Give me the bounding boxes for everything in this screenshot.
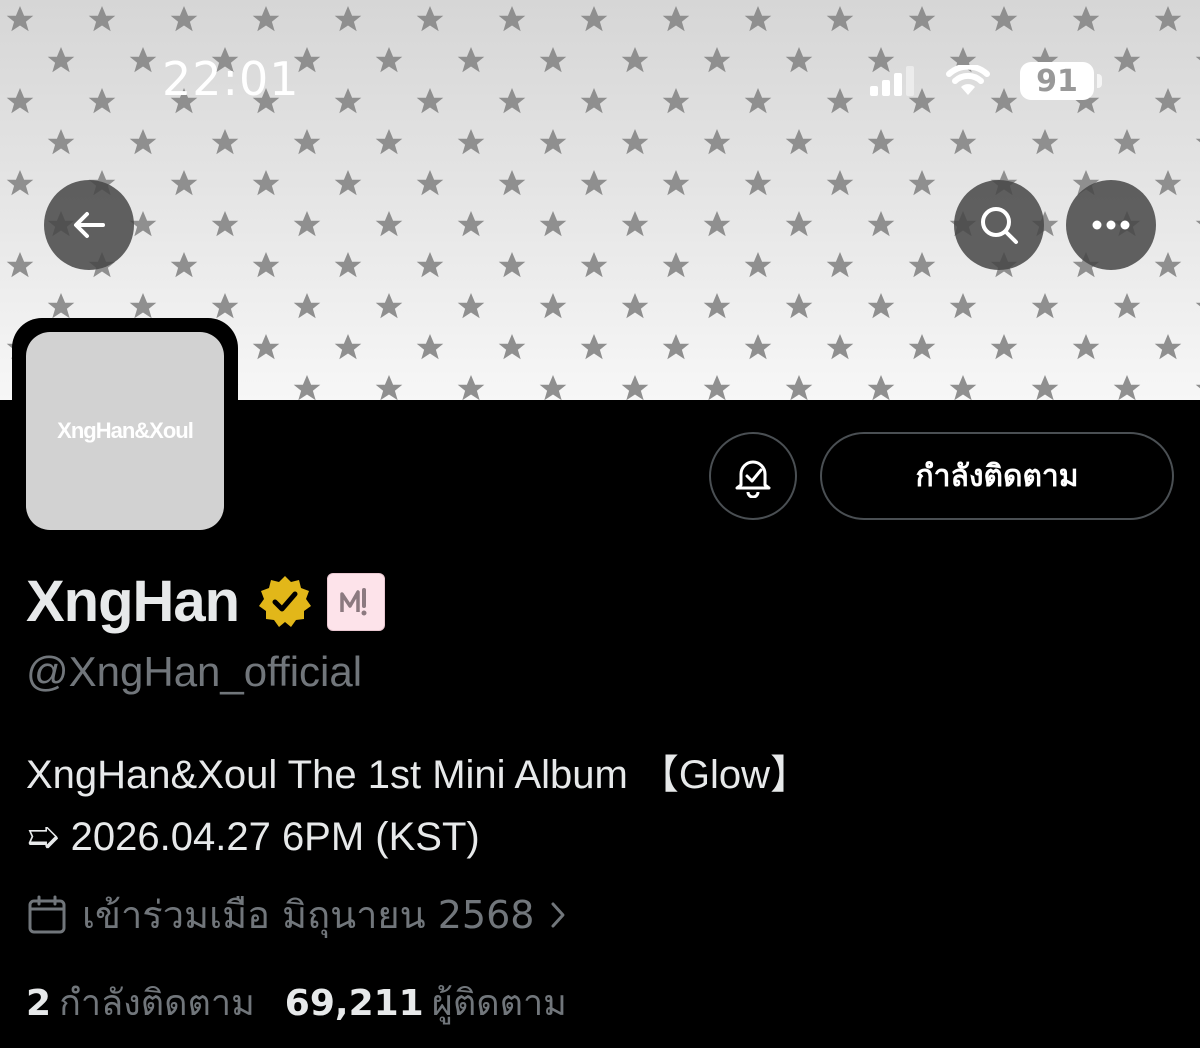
following-count-link[interactable]: 2 กำลังติดตาม xyxy=(26,974,255,1031)
user-handle: @XngHan_official xyxy=(26,648,363,695)
chevron-right-icon xyxy=(551,902,565,927)
battery-indicator: 91 xyxy=(1020,62,1102,100)
joined-text: เข้าร่วมเมือ มิถุนายน 2568 xyxy=(82,893,535,937)
search-button[interactable] xyxy=(954,180,1044,270)
wifi-icon xyxy=(946,65,990,95)
bio: XngHan&Xoul The 1st Mini Album 【Glow】 ➯ 2… xyxy=(26,744,810,868)
name-row: XngHan xyxy=(26,568,386,635)
following-count: 2 xyxy=(26,983,52,1024)
battery-level: 91 xyxy=(1036,63,1078,99)
display-name: XngHan xyxy=(26,569,240,634)
status-icons: 91 xyxy=(870,62,1102,100)
back-arrow-icon xyxy=(74,212,105,238)
calendar-icon xyxy=(28,895,66,933)
more-icon xyxy=(1092,220,1130,230)
bio-line-2: ➯ 2026.04.27 6PM (KST) xyxy=(26,815,480,859)
joined-date[interactable]: เข้าร่วมเมือ มิถุนายน 2568 xyxy=(26,884,568,945)
following-button[interactable]: กำลังติดตาม xyxy=(820,432,1174,520)
followers-label: ผู้ติดตาม xyxy=(431,983,567,1024)
sm-logo-icon xyxy=(340,587,367,615)
back-button[interactable] xyxy=(44,180,134,270)
follow-counts: 2 กำลังติดตาม 69,211 ผู้ติดตาม xyxy=(26,974,567,1031)
avatar: XngHan&Xoul xyxy=(26,332,224,530)
status-time: 22:01 xyxy=(162,52,300,106)
bio-line-1: XngHan&Xoul The 1st Mini Album 【Glow】 xyxy=(26,753,811,797)
followers-count-link[interactable]: 69,211 ผู้ติดตาม xyxy=(285,974,567,1031)
followers-count: 69,211 xyxy=(284,983,424,1024)
search-icon xyxy=(981,207,1018,244)
avatar-text: XngHan&Xoul xyxy=(57,418,194,443)
affiliate-badge[interactable] xyxy=(327,572,386,631)
signal-icon xyxy=(870,66,914,96)
verified-badge-icon[interactable] xyxy=(257,574,313,630)
notifications-button[interactable] xyxy=(709,432,797,520)
following-label: กำลังติดตาม xyxy=(59,983,255,1024)
profile-avatar-frame[interactable]: XngHan&Xoul xyxy=(12,318,238,544)
more-button[interactable] xyxy=(1066,180,1156,270)
notification-bell-icon xyxy=(735,460,771,498)
